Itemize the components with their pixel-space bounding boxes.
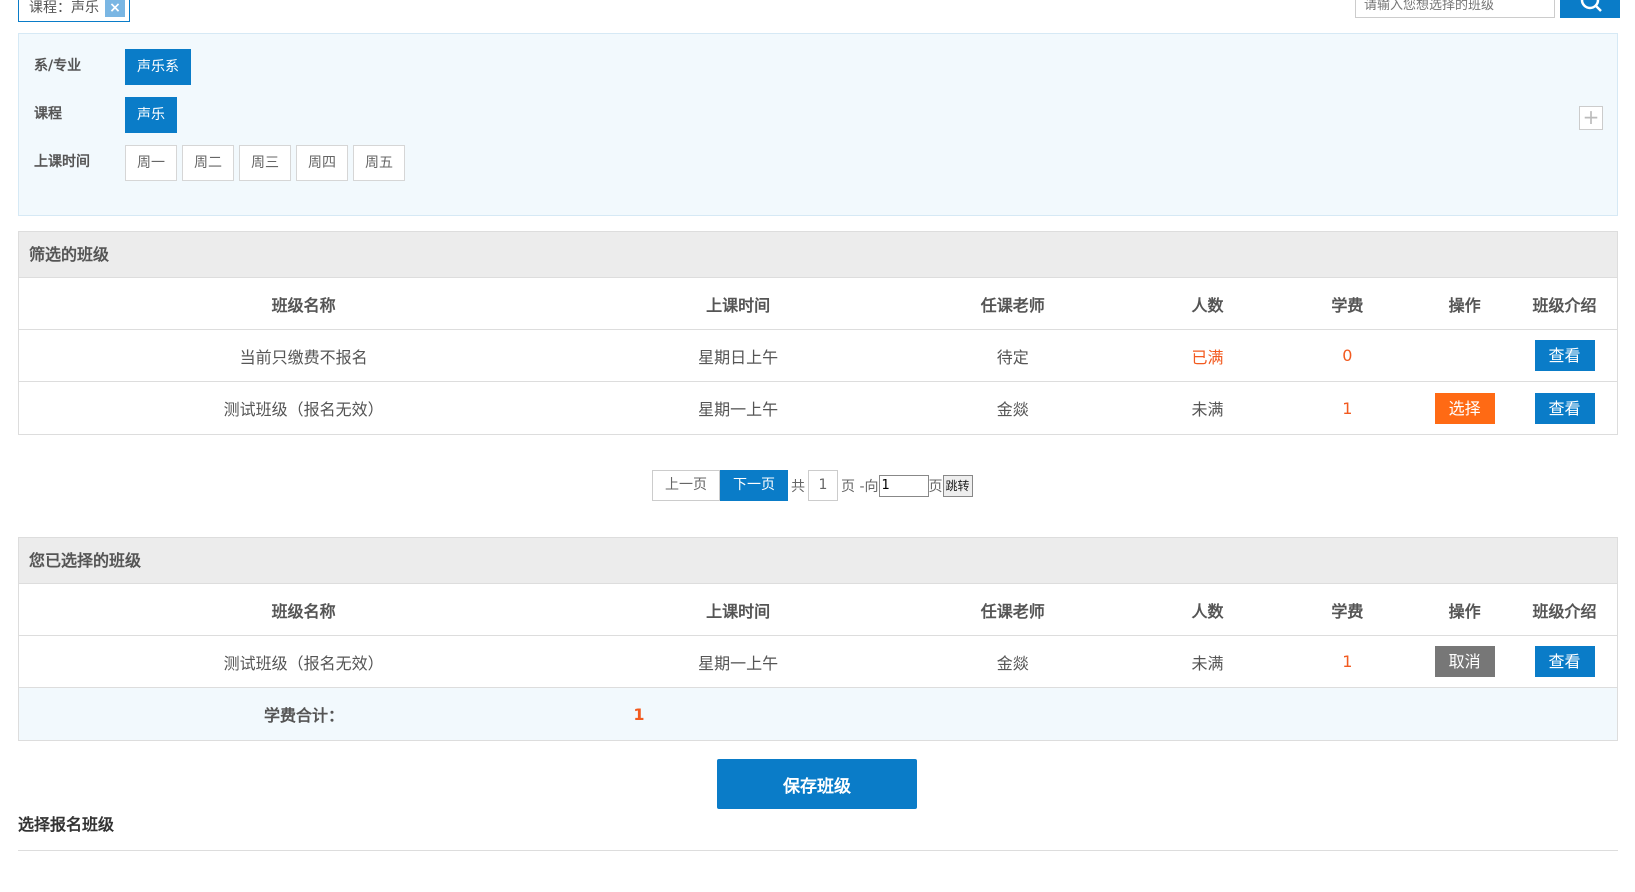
- col-header: 任课老师: [980, 601, 1045, 621]
- table-header: 班级名称 上课时间 任课老师 人数 学费 操作 班级介绍: [19, 278, 1617, 330]
- selected-classes-section: 您已选择的班级 班级名称 上课时间 任课老师 人数 学费 操作 班级介绍 测试班…: [18, 537, 1618, 741]
- section-title: 您已选择的班级: [19, 538, 1617, 584]
- select-button[interactable]: 选择: [1434, 392, 1495, 424]
- col-header: 班级名称: [271, 601, 336, 621]
- view-button[interactable]: 查看: [1534, 340, 1595, 371]
- col-header: 学费: [1331, 295, 1364, 315]
- class-count: 已满: [1191, 347, 1224, 367]
- col-header: 学费: [1331, 601, 1364, 621]
- table-row: 当前只缴费不报名 星期日上午 待定 已满 0 查看: [19, 330, 1617, 382]
- search-input[interactable]: [1355, 0, 1555, 18]
- filter-chip-label: 课程：声乐: [29, 0, 99, 16]
- filter-panel: 系/专业 声乐系 课程 声乐 上课时间 周一 周二 周三 周四 周五 +: [18, 33, 1618, 216]
- class-count: 未满: [1191, 400, 1224, 419]
- fee-total-value: 1: [633, 704, 645, 724]
- class-fee: 0: [1342, 346, 1353, 365]
- col-header: 班级介绍: [1532, 601, 1597, 621]
- col-header: 上课时间: [706, 601, 771, 621]
- next-page-button[interactable]: 下一页: [720, 470, 788, 501]
- goto-button[interactable]: 跳转: [942, 474, 973, 497]
- prev-page-button[interactable]: 上一页: [652, 470, 720, 501]
- class-time: 星期一上午: [698, 400, 779, 419]
- col-header: 人数: [1191, 295, 1224, 315]
- table-header: 班级名称 上课时间 任课老师 人数 学费 操作 班级介绍: [19, 584, 1617, 636]
- filter-option-fri[interactable]: 周五: [353, 145, 405, 181]
- view-button[interactable]: 查看: [1534, 646, 1595, 677]
- col-header: 班级介绍: [1532, 295, 1597, 315]
- pagination: 上一页 下一页 共 1 页 -向 页 跳转: [652, 470, 973, 501]
- col-header: 任课老师: [980, 295, 1045, 315]
- top-bar: 课程：声乐 ×: [0, 0, 1635, 24]
- total-suffix: 页 -向: [841, 478, 879, 495]
- table-row: 测试班级（报名无效） 星期一上午 金燚 未满 1 取消 查看: [19, 636, 1617, 688]
- search-button[interactable]: [1560, 0, 1620, 18]
- close-icon[interactable]: ×: [105, 0, 125, 17]
- save-class-button[interactable]: 保存班级: [717, 759, 917, 809]
- col-header: 操作: [1448, 601, 1481, 621]
- filter-row-dept: 系/专业 声乐系: [19, 49, 1617, 85]
- class-time: 星期日上午: [698, 347, 779, 367]
- class-teacher: 金燚: [996, 653, 1029, 673]
- goto-suffix: 页: [928, 478, 943, 495]
- col-header: 操作: [1448, 295, 1481, 315]
- total-prefix: 共: [791, 478, 805, 495]
- view-button[interactable]: 查看: [1534, 392, 1595, 424]
- class-fee: 1: [1342, 398, 1353, 418]
- filter-label-dept: 系/专业: [34, 58, 82, 74]
- table-row: 测试班级（报名无效） 星期一上午 金燚 未满 1 选择 查看: [19, 382, 1617, 434]
- filter-option-course[interactable]: 声乐: [125, 97, 177, 133]
- class-fee: 1: [1342, 652, 1353, 671]
- filter-label-course: 课程: [34, 106, 62, 122]
- col-header: 班级名称: [271, 295, 336, 315]
- total-pages: 1: [808, 470, 838, 501]
- col-header: 人数: [1191, 601, 1224, 621]
- fee-total-row: 学费合计： 1: [19, 688, 1617, 740]
- cancel-button[interactable]: 取消: [1434, 646, 1495, 677]
- filter-option-thu[interactable]: 周四: [296, 145, 348, 181]
- goto-page-input[interactable]: [878, 474, 929, 497]
- class-time: 星期一上午: [698, 653, 779, 673]
- filter-option-tue[interactable]: 周二: [182, 145, 234, 181]
- section-title: 筛选的班级: [19, 232, 1617, 278]
- filter-row-time: 上课时间 周一 周二 周三 周四 周五: [19, 145, 1617, 181]
- filter-label-time: 上课时间: [34, 154, 90, 170]
- divider: [18, 850, 1618, 851]
- fee-total-label: 学费合计：: [263, 706, 344, 725]
- active-filter-chip: 课程：声乐 ×: [18, 0, 130, 22]
- expand-plus-icon[interactable]: +: [1579, 106, 1603, 130]
- class-teacher: 金燚: [996, 400, 1029, 419]
- filter-row-course: 课程 声乐: [19, 97, 1617, 133]
- class-teacher: 待定: [996, 347, 1029, 367]
- search-icon: [1580, 0, 1602, 12]
- filter-option-mon[interactable]: 周一: [125, 145, 177, 181]
- class-name: 测试班级（报名无效）: [223, 653, 384, 673]
- section-title-choose-class: 选择报名班级: [18, 815, 115, 834]
- col-header: 上课时间: [706, 295, 771, 315]
- class-name: 测试班级（报名无效）: [223, 400, 384, 419]
- filtered-classes-section: 筛选的班级 班级名称 上课时间 任课老师 人数 学费 操作 班级介绍 当前只缴费…: [18, 231, 1618, 435]
- class-name: 当前只缴费不报名: [239, 347, 368, 367]
- class-count: 未满: [1191, 653, 1224, 673]
- filter-option-dept[interactable]: 声乐系: [125, 49, 191, 85]
- filter-option-wed[interactable]: 周三: [239, 145, 291, 181]
